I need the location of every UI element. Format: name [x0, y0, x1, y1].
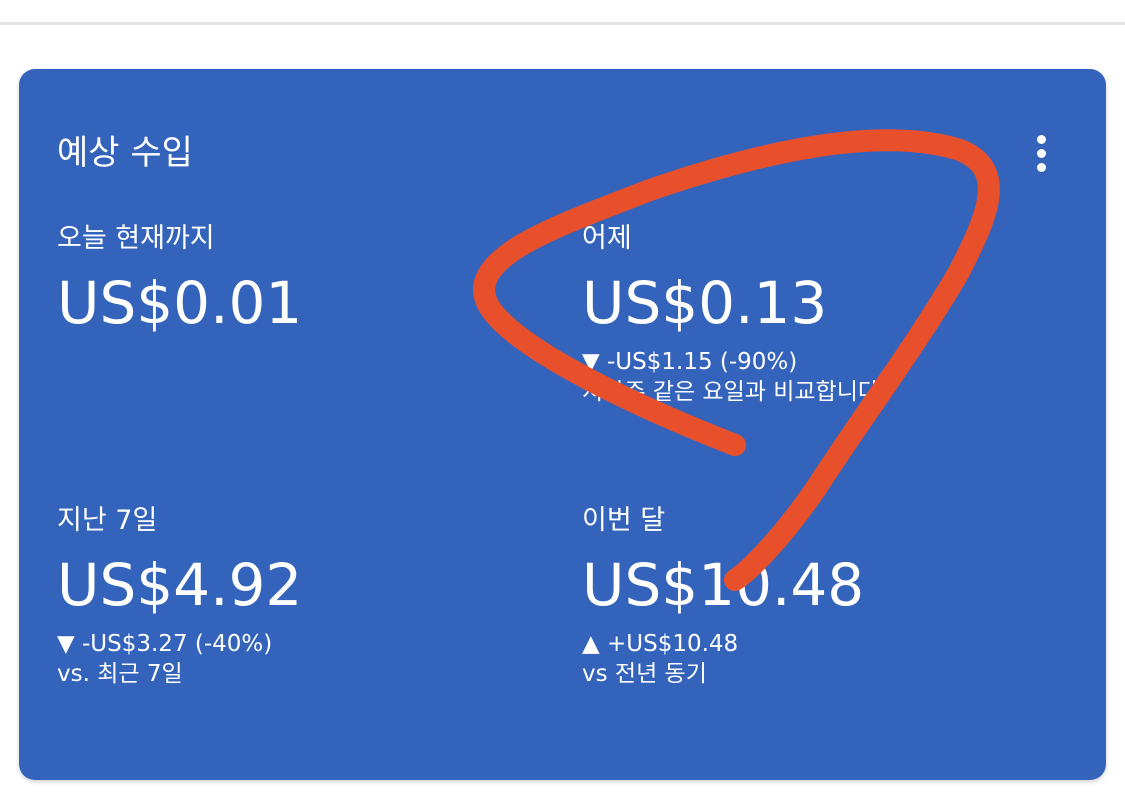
more-vert-icon	[1036, 162, 1046, 172]
metric-yesterday-value: US$0.13	[582, 269, 828, 337]
metric-last-7-days-value: US$4.92	[57, 551, 303, 619]
metric-this-month-change: ▲ +US$10.48	[582, 631, 739, 657]
card-title: 예상 수입	[57, 133, 193, 173]
metric-last-7-days-label: 지난 7일	[57, 505, 158, 536]
metric-this-month-value: US$10.48	[582, 551, 865, 619]
metric-this-month-label: 이번 달	[582, 505, 666, 536]
more-vert-icon	[1036, 134, 1046, 144]
more-options-button[interactable]	[1023, 127, 1059, 179]
metric-yesterday-label: 어제	[582, 223, 632, 254]
metric-yesterday-note: 지난주 같은 요일과 비교합니다.	[582, 379, 887, 405]
metric-last-7-days[interactable]: 지난 7일 US$4.92 ▼ -US$3.27 (-40%) vs. 최근 7…	[57, 503, 302, 689]
metric-yesterday[interactable]: 어제 US$0.13 ▼ -US$1.15 (-90%) 지난주 같은 요일과 …	[582, 221, 886, 407]
more-vert-icon	[1036, 148, 1046, 158]
metric-yesterday-change: ▼ -US$1.15 (-90%)	[582, 349, 798, 375]
metric-today-label: 오늘 현재까지	[57, 223, 215, 254]
metric-today-value: US$0.01	[57, 269, 303, 337]
estimated-earnings-card: 예상 수입 오늘 현재까지 US$0.01 어제 US$0.13 ▼ -US$1…	[19, 69, 1106, 780]
metric-last-7-days-change: ▼ -US$3.27 (-40%)	[57, 631, 273, 657]
metric-this-month-note: vs 전년 동기	[582, 661, 707, 687]
metric-today[interactable]: 오늘 현재까지 US$0.01	[57, 221, 302, 339]
metric-last-7-days-note: vs. 최근 7일	[57, 661, 183, 687]
metric-this-month[interactable]: 이번 달 US$10.48 ▲ +US$10.48 vs 전년 동기	[582, 503, 864, 689]
top-divider	[0, 22, 1125, 25]
